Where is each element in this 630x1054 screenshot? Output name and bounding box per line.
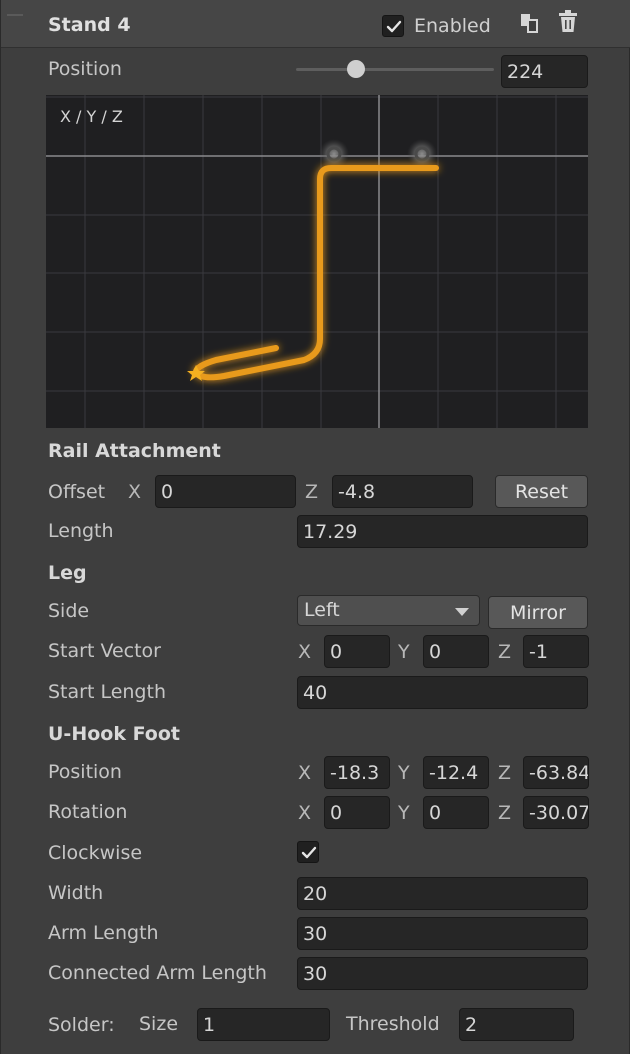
foot-position-x-field[interactable]: -18.3 bbox=[324, 756, 390, 789]
side-label: Side bbox=[48, 600, 90, 622]
foot-rotation-y-field[interactable]: 0 bbox=[423, 796, 489, 829]
arm-length-label: Arm Length bbox=[48, 922, 159, 944]
rail-handles bbox=[319, 139, 437, 169]
foot-position-z-field[interactable]: -63.84 bbox=[523, 756, 589, 789]
position-slider-track[interactable] bbox=[296, 68, 494, 71]
viewport-axis-label: X / Y / Z bbox=[60, 107, 123, 126]
solder-size-field[interactable]: 1 bbox=[197, 1008, 330, 1041]
offset-x-field[interactable]: 0 bbox=[155, 475, 296, 508]
offset-x-axis-label: X bbox=[128, 481, 142, 503]
connected-arm-length-label: Connected Arm Length bbox=[48, 962, 267, 984]
dropdown-arrow-icon bbox=[455, 608, 469, 616]
foot-rotation-y-axis-label: Y bbox=[398, 802, 410, 824]
foot-rotation-x-field[interactable]: 0 bbox=[324, 796, 390, 829]
start-vector-z-field[interactable]: -1 bbox=[523, 635, 589, 668]
start-vector-z-axis-label: Z bbox=[498, 641, 512, 663]
foot-rotation-z-axis-label: Z bbox=[498, 802, 512, 824]
offset-label: Offset bbox=[48, 481, 106, 503]
start-vector-y-field[interactable]: 0 bbox=[423, 635, 489, 668]
enabled-checkbox[interactable] bbox=[382, 15, 404, 37]
start-length-label: Start Length bbox=[48, 681, 166, 703]
u-hook-foot-header: U-Hook Foot bbox=[48, 723, 180, 745]
side-dropdown[interactable]: Left bbox=[297, 595, 480, 626]
foot-position-y-field[interactable]: -12.4 bbox=[423, 756, 489, 789]
stand-inspector-panel: Stand 4 Enabled Position 224 X / Y / Z R… bbox=[0, 0, 630, 1054]
width-label: Width bbox=[48, 882, 104, 904]
reset-button[interactable]: Reset bbox=[495, 475, 588, 508]
width-field[interactable]: 20 bbox=[297, 877, 588, 910]
start-vector-y-axis-label: Y bbox=[398, 641, 410, 663]
position-slider-handle[interactable] bbox=[347, 60, 365, 78]
foot-position-z-axis-label: Z bbox=[498, 762, 512, 784]
clockwise-label: Clockwise bbox=[48, 842, 143, 864]
length-field[interactable]: 17.29 bbox=[297, 515, 588, 548]
connected-arm-length-field[interactable]: 30 bbox=[297, 957, 588, 990]
length-label: Length bbox=[48, 520, 114, 542]
checkmark-icon bbox=[301, 846, 317, 859]
mirror-button[interactable]: Mirror bbox=[488, 596, 588, 629]
foot-position-y-axis-label: Y bbox=[398, 762, 410, 784]
start-vector-x-axis-label: X bbox=[298, 641, 312, 663]
solder-threshold-label: Threshold bbox=[346, 1013, 440, 1035]
stand-title: Stand 4 bbox=[48, 14, 131, 36]
preview-canvas bbox=[46, 95, 588, 428]
solder-label: Solder: bbox=[48, 1014, 115, 1036]
checkmark-icon bbox=[386, 20, 402, 33]
panel-header[interactable]: Stand 4 Enabled bbox=[1, 0, 630, 48]
offset-z-axis-label: Z bbox=[305, 481, 319, 503]
foot-position-x-axis-label: X bbox=[298, 762, 312, 784]
trash-icon[interactable] bbox=[557, 10, 579, 34]
start-vector-x-field[interactable]: 0 bbox=[324, 635, 390, 668]
foot-rotation-z-field[interactable]: -30.07 bbox=[523, 796, 589, 829]
clockwise-checkbox[interactable] bbox=[297, 841, 319, 863]
foot-rotation-x-axis-label: X bbox=[298, 802, 312, 824]
copy-icon[interactable] bbox=[519, 12, 541, 34]
start-vector-label: Start Vector bbox=[48, 640, 161, 662]
offset-z-field[interactable]: -4.8 bbox=[332, 475, 473, 508]
start-length-field[interactable]: 40 bbox=[297, 676, 588, 709]
leg-header: Leg bbox=[48, 562, 87, 584]
position-label: Position bbox=[48, 58, 122, 80]
rail-attachment-header: Rail Attachment bbox=[48, 440, 221, 462]
position-value-field[interactable]: 224 bbox=[501, 55, 588, 88]
arm-length-field[interactable]: 30 bbox=[297, 917, 588, 950]
foot-rotation-label: Rotation bbox=[48, 801, 128, 823]
stand-preview-viewport[interactable]: X / Y / Z bbox=[46, 95, 588, 428]
enabled-label: Enabled bbox=[414, 15, 491, 37]
foot-position-label: Position bbox=[48, 761, 122, 783]
drag-handle-icon[interactable] bbox=[7, 14, 23, 16]
solder-threshold-field[interactable]: 2 bbox=[459, 1008, 574, 1041]
solder-size-label: Size bbox=[139, 1013, 179, 1035]
side-dropdown-value: Left bbox=[304, 599, 340, 621]
